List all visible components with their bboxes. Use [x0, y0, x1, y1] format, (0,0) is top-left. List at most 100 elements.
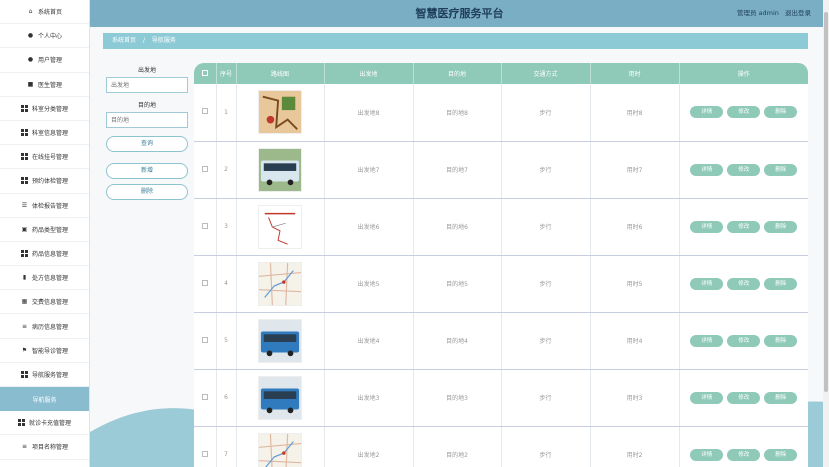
edit-button[interactable]: 修改 [727, 163, 761, 176]
sidebar-item-label: 预约体检管理 [31, 178, 68, 186]
detail-button[interactable]: 详情 [690, 106, 724, 119]
detail-button[interactable]: 详情 [690, 448, 724, 461]
row-select-cell[interactable] [194, 141, 217, 199]
row-destination: 目的地5 [413, 255, 502, 313]
row-origin: 出发地3 [324, 369, 414, 427]
sidebar-item[interactable]: 预约体检管理 [0, 169, 89, 194]
edit-button[interactable]: 修改 [727, 106, 761, 119]
select-all-cell[interactable] [194, 63, 217, 84]
row-select-cell[interactable] [194, 255, 217, 313]
origin-label: 出发地 [137, 67, 156, 74]
delete-row-button[interactable]: 删除 [764, 334, 798, 347]
row-select-cell[interactable] [194, 198, 217, 256]
row-transport: 步行 [501, 312, 591, 370]
delete-row-button[interactable]: 删除 [764, 106, 798, 119]
row-origin: 出发地5 [324, 255, 414, 313]
row-destination: 目的地7 [413, 141, 502, 199]
column-header-image: 路线图 [236, 63, 325, 84]
select-all-checkbox[interactable] [201, 69, 208, 76]
row-select-cell[interactable] [194, 312, 217, 370]
grid-icon [20, 370, 28, 378]
detail-button[interactable]: 详情 [690, 163, 724, 176]
detail-button[interactable]: 详情 [690, 334, 724, 347]
query-button[interactable]: 查询 [106, 136, 188, 152]
row-index: 6 [216, 369, 237, 427]
logout-link[interactable]: 退出登录 [785, 9, 811, 17]
row-checkbox[interactable] [201, 336, 208, 343]
sidebar-item[interactable]: ▦ 交费信息管理 [0, 290, 89, 315]
top-header: 智慧医疗服务平台 管理员 admin 退出登录 [90, 0, 829, 27]
sidebar-item-label: 就诊卡充值管理 [28, 420, 71, 428]
edit-button[interactable]: 修改 [727, 448, 761, 461]
page-scrollbar[interactable] [823, 0, 829, 467]
row-index: 7 [216, 426, 237, 467]
row-checkbox[interactable] [201, 222, 208, 229]
row-checkbox[interactable] [201, 108, 208, 115]
sidebar-item[interactable]: 导航服务管理 [0, 363, 89, 387]
row-select-cell[interactable] [194, 426, 217, 467]
sidebar-item[interactable]: 药品信息管理 [0, 242, 89, 267]
delete-row-button[interactable]: 删除 [764, 391, 798, 404]
row-checkbox[interactable] [201, 450, 208, 457]
route-image [258, 318, 302, 363]
breadcrumb-home[interactable]: 系统首页 [112, 37, 136, 44]
breadcrumb: 系统首页 / 导航服务 [103, 33, 808, 49]
edit-button[interactable]: 修改 [727, 220, 761, 233]
row-duration: 用时2 [590, 426, 680, 467]
delete-row-button[interactable]: 删除 [764, 277, 798, 290]
column-header-origin: 出发地 [324, 63, 414, 84]
sidebar-item[interactable]: ☰ 体检报告管理 [0, 194, 89, 218]
row-duration: 用时4 [590, 312, 680, 370]
sidebar-item[interactable]: ● 用户管理 [0, 48, 89, 73]
delete-button[interactable]: 删除 [106, 184, 188, 200]
origin-input[interactable] [106, 77, 188, 93]
route-image [258, 147, 302, 192]
sidebar-item[interactable]: ≡ 病历信息管理 [0, 314, 89, 339]
sidebar-item[interactable]: ● 个人中心 [0, 24, 89, 49]
edit-button[interactable]: 修改 [727, 334, 761, 347]
detail-button[interactable]: 详情 [690, 220, 724, 233]
sidebar-item[interactable]: 导航服务 [0, 387, 89, 412]
sidebar-item[interactable]: 在线挂号管理 [0, 145, 89, 170]
detail-button[interactable]: 详情 [690, 391, 724, 404]
current-user-label: 管理员 admin [736, 9, 779, 17]
add-button[interactable]: 新增 [106, 163, 188, 179]
table-row: 5 出发地4 目的地4 步行 用时4 详情 修改 删除 [194, 312, 808, 370]
row-index: 1 [216, 84, 237, 142]
delete-row-button[interactable]: 删除 [764, 163, 798, 176]
delete-row-button[interactable]: 删除 [764, 448, 798, 461]
row-destination: 目的地8 [413, 84, 502, 142]
sidebar-item[interactable]: ≡ 项目名称管理 [0, 435, 89, 460]
row-destination: 目的地3 [413, 369, 502, 427]
row-select-cell[interactable] [194, 369, 217, 427]
sidebar-item[interactable]: ▣ 药品类型管理 [0, 218, 89, 242]
sidebar-item[interactable]: 就诊卡充值管理 [0, 411, 89, 436]
sidebar-item[interactable]: ▮ 处方信息管理 [0, 266, 89, 291]
sidebar-item-label: 项目名称管理 [31, 444, 68, 452]
edit-button[interactable]: 修改 [727, 391, 761, 404]
row-index: 4 [216, 255, 237, 313]
destination-label: 目的地 [137, 102, 156, 109]
row-index: 3 [216, 198, 237, 256]
row-checkbox[interactable] [201, 279, 208, 286]
scrollbar-thumb[interactable] [824, 12, 828, 392]
column-header-actions: 操作 [737, 71, 750, 78]
sidebar-item[interactable]: 科室信息管理 [0, 121, 89, 146]
row-destination: 目的地6 [413, 198, 502, 256]
detail-button[interactable]: 详情 [690, 277, 724, 290]
row-select-cell[interactable] [194, 84, 217, 142]
edit-button[interactable]: 修改 [727, 277, 761, 290]
table-row: 4 出发地5 目的地5 步行 用时5 详情 修改 删除 [194, 255, 808, 313]
row-checkbox[interactable] [201, 393, 208, 400]
delete-row-button[interactable]: 删除 [764, 220, 798, 233]
sidebar-item[interactable]: ■ 医生管理 [0, 73, 89, 97]
destination-input[interactable] [106, 112, 188, 128]
sidebar-item[interactable]: ⚑ 智能导诊管理 [0, 339, 89, 363]
sidebar-item[interactable]: 科室分类管理 [0, 97, 89, 121]
row-origin: 出发地7 [324, 141, 414, 199]
sidebar-item[interactable]: ⌂ 系统首页 [0, 0, 89, 25]
table-row: 3 出发地6 目的地6 步行 用时6 详情 修改 删除 [194, 198, 808, 256]
column-header-duration: 用时 [590, 63, 680, 84]
grid-icon [20, 104, 28, 112]
row-checkbox[interactable] [201, 165, 208, 172]
